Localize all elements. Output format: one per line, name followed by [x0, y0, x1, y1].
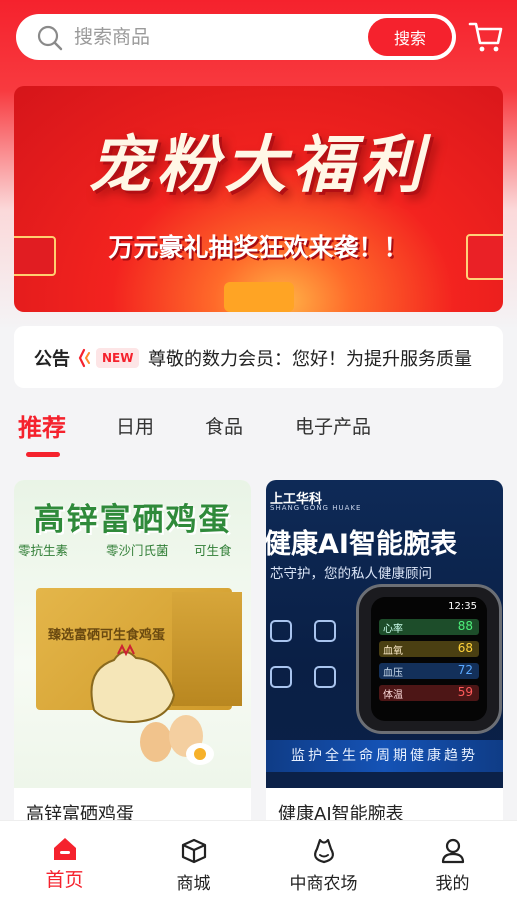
product-card[interactable]: 高锌富硒鸡蛋 零抗生素 零沙门氏菌 可生食 臻选富硒可生食鸡蛋 高锌富硒鸡蛋 [14, 480, 251, 840]
eggs-illustration [140, 715, 214, 765]
watch-screen: 12:35 心率 88 血氧 68 血压 72 体温 59 [371, 597, 487, 721]
feature-icon [314, 666, 336, 688]
image-headline: 健康AI智能腕表 [266, 529, 457, 560]
image-feature: 可生食 [194, 543, 232, 558]
nav-label: 我的 [435, 874, 470, 894]
search-button[interactable]: 搜索 [368, 18, 452, 56]
announcement-label: 公告 [34, 349, 70, 370]
watch-metric-row: 血氧 68 [379, 641, 479, 657]
image-brand-sub: SHANG GONG HUAKE [270, 504, 362, 512]
feature-icon [270, 620, 292, 642]
package-icon [181, 838, 206, 864]
search-input[interactable] [74, 22, 364, 52]
megaphone-icon [78, 348, 90, 368]
smartwatch-illustration: 12:35 心率 88 血氧 68 血压 72 体温 59 [356, 584, 502, 734]
nav-mall[interactable]: 商城 [129, 821, 258, 900]
nav-farm[interactable]: 中商农场 [259, 821, 388, 900]
watch-metric-row: 血压 72 [379, 663, 479, 679]
nav-profile[interactable]: 我的 [388, 821, 517, 900]
gift-box-decoration [224, 282, 294, 312]
announcement-text: 尊敬的数力会员：您好！为提升服务质量 [148, 349, 472, 370]
bottom-navigation: 首页 商城 中商农场 我的 [0, 820, 517, 900]
banner-subtitle: 万元豪礼抽奖狂欢来袭！！ [108, 233, 409, 262]
feature-icon [270, 666, 292, 688]
image-feature: 零沙门氏菌 [106, 543, 169, 558]
feature-icon [314, 620, 336, 642]
tab-food[interactable]: 食品 [205, 412, 243, 439]
product-image: 高锌富硒鸡蛋 零抗生素 零沙门氏菌 可生食 臻选富硒可生食鸡蛋 [14, 480, 251, 788]
tab-recommend[interactable]: 推荐 [18, 408, 66, 443]
nav-label: 商城 [176, 874, 211, 894]
watch-time: 12:35 [448, 601, 477, 612]
banner-title: 宠粉大福利 [88, 128, 429, 201]
image-footer: 监护全生命周期健康趋势 [266, 740, 503, 772]
promo-banner[interactable]: 宠粉大福利 万元豪礼抽奖狂欢来袭！！ [14, 86, 503, 312]
nav-label: 首页 [45, 869, 84, 891]
nav-home[interactable]: 首页 [0, 821, 129, 900]
category-tabs: 推荐 日用 食品 电子产品 [0, 404, 517, 460]
image-tagline: 芯守护，您的私人健康顾问 [270, 566, 432, 582]
search-bar: 搜索 [16, 14, 506, 60]
cart-icon[interactable] [468, 18, 504, 54]
home-icon [53, 838, 76, 860]
farm-icon [313, 838, 334, 864]
product-image: 上工华科 SHANG GONG HUAKE 健康AI智能腕表 芯守护，您的私人健… [266, 480, 503, 788]
watch-metric-row: 心率 88 [379, 619, 479, 635]
new-badge: NEW [96, 348, 140, 368]
tab-daily[interactable]: 日用 [116, 412, 154, 439]
announcement-bar[interactable]: 公告 NEW 尊敬的数力会员：您好！为提升服务质量 [14, 326, 503, 388]
watch-metric-row: 体温 59 [379, 685, 479, 701]
image-headline: 高锌富硒鸡蛋 [33, 502, 232, 538]
active-tab-indicator [26, 452, 60, 457]
product-card[interactable]: 上工华科 SHANG GONG HUAKE 健康AI智能腕表 芯守护，您的私人健… [266, 480, 503, 840]
user-icon [441, 838, 464, 864]
nav-label: 中商农场 [289, 874, 358, 894]
search-icon [37, 25, 63, 51]
search-box[interactable]: 搜索 [16, 14, 456, 60]
image-feature: 零抗生素 [18, 543, 69, 558]
tab-electronics[interactable]: 电子产品 [295, 412, 371, 439]
